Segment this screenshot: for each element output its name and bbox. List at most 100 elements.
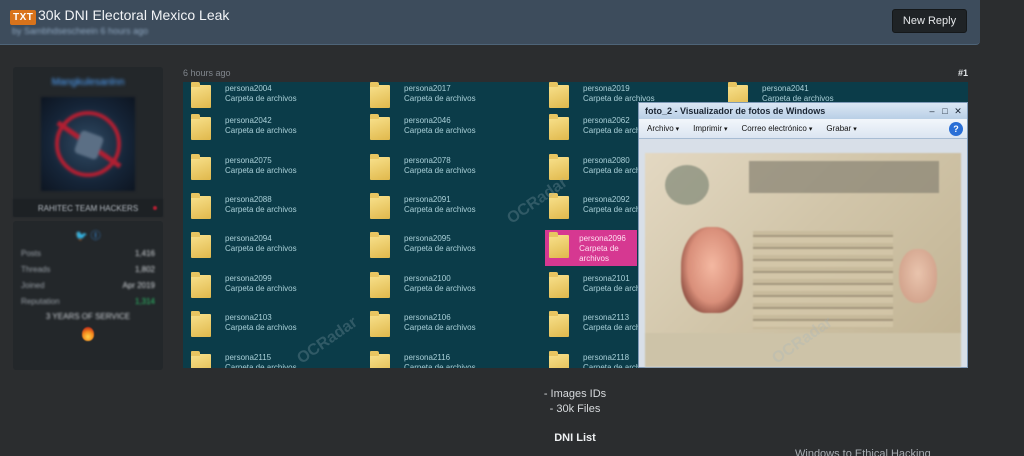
- post-number[interactable]: #1: [958, 68, 968, 78]
- post-time: 6 hours ago: [183, 68, 231, 78]
- viewer-titlebar: foto_2 - Visualizador de fotos de Window…: [639, 103, 967, 119]
- folder-type: Carpeta de archivos: [225, 126, 297, 135]
- status-dot: [153, 206, 157, 210]
- folder-icon: [370, 232, 390, 258]
- folder-text: persona2075 Carpeta de archivos: [225, 154, 297, 180]
- folder-item: persona2095 Carpeta de archivos: [370, 232, 476, 258]
- new-reply-button[interactable]: New Reply: [892, 9, 967, 33]
- thread-header: TXT 30k DNI Electoral Mexico Leak by Sam…: [0, 0, 980, 45]
- thread-title: 30k DNI Electoral Mexico Leak: [38, 7, 230, 23]
- stat-value: Apr 2019: [122, 280, 155, 290]
- folder-icon: [370, 114, 390, 140]
- usertitle: RAHITEC TEAM HACKERS: [13, 199, 163, 217]
- folder-text: persona2091 Carpeta de archivos: [404, 193, 476, 219]
- folder-item: persona2042 Carpeta de archivos: [191, 114, 297, 140]
- folder-name: persona2046: [404, 116, 451, 125]
- folder-item: persona2106 Carpeta de archivos: [370, 311, 476, 337]
- folder-icon: [549, 232, 570, 258]
- author-name[interactable]: Mangkulesanlnn: [13, 67, 163, 89]
- watermark: OCRadar: [294, 313, 361, 368]
- folder-name: persona2088: [225, 195, 272, 204]
- social-icons[interactable]: 🐦 Ⓘ: [21, 227, 155, 245]
- folder-icon: [370, 311, 390, 337]
- folder-item: persona2091 Carpeta de archivos: [370, 193, 476, 219]
- folder-type: Carpeta de archivos: [225, 363, 297, 368]
- dni-list-heading: DNI List: [554, 432, 596, 444]
- folder-item: persona2017 Carpeta de archivos: [370, 82, 476, 108]
- stat-label: Threads: [21, 264, 51, 274]
- folder-text: persona2004 Carpeta de archivos: [225, 82, 297, 108]
- viewer-title: foto_2 - Visualizador de fotos de Window…: [645, 106, 826, 116]
- folder-icon: [370, 82, 390, 108]
- folder-item: persona2115 Carpeta de archivos: [191, 351, 297, 368]
- cutoff-text: Windows to Ethical Hacking: [795, 448, 931, 456]
- folder-text: persona2094 Carpeta de archivos: [225, 232, 297, 258]
- menu-grabar: Grabar: [826, 124, 856, 133]
- minimize-icon: –: [929, 106, 935, 116]
- folder-icon: [191, 193, 211, 219]
- folder-icon: [549, 351, 569, 368]
- stat-label: Posts: [21, 248, 42, 258]
- folder-type: Carpeta de archivos: [404, 94, 476, 103]
- folder-icon: [370, 154, 390, 180]
- menu-archivo: Archivo: [647, 124, 679, 133]
- folder-name: persona2019: [583, 84, 630, 93]
- folder-type: Carpeta de archivos: [404, 166, 476, 175]
- folder-type: Carpeta de archivos: [404, 205, 476, 214]
- folder-type: Carpeta de archivos: [225, 284, 297, 293]
- folder-name: persona2103: [225, 313, 272, 322]
- caption-line: - 30k Files: [549, 403, 601, 415]
- folder-item: persona2094 Carpeta de archivos: [191, 232, 297, 258]
- menu-correo: Correo electrónico: [742, 124, 813, 133]
- stat-label: Reputation: [21, 296, 60, 306]
- usertitle-text: RAHITEC TEAM HACKERS: [37, 203, 139, 213]
- folder-item: persona2096 Carpeta de archivos: [545, 230, 637, 266]
- fire-icon: [82, 327, 94, 341]
- folder-item: persona2088 Carpeta de archivos: [191, 193, 297, 219]
- folder-type: Carpeta de archivos: [225, 166, 297, 175]
- folder-type: Carpeta de archivos: [404, 284, 476, 293]
- folder-name: persona2095: [404, 234, 451, 243]
- stat-value: 1,314: [134, 296, 155, 306]
- avatar[interactable]: [41, 97, 135, 191]
- folder-item: persona2075 Carpeta de archivos: [191, 154, 297, 180]
- folder-name: persona2094: [225, 234, 272, 243]
- folder-text: persona2116 Carpeta de archivos: [404, 351, 476, 368]
- folder-name: persona2042: [225, 116, 272, 125]
- folder-type: Carpeta de archivos: [225, 205, 297, 214]
- folder-icon: [370, 351, 390, 368]
- folder-icon: [191, 351, 211, 368]
- folder-text: persona2042 Carpeta de archivos: [225, 114, 297, 140]
- folder-type: Carpeta de archivos: [225, 323, 297, 332]
- folder-name: persona2099: [225, 274, 272, 283]
- folder-item: persona2046 Carpeta de archivos: [370, 114, 476, 140]
- stat-row-joined: Joined Apr 2019: [21, 277, 155, 293]
- folder-type: Carpeta de archivos: [579, 244, 619, 263]
- author-panel: Mangkulesanlnn RAHITEC TEAM HACKERS 🐦 Ⓘ …: [13, 67, 163, 370]
- viewer-menubar: Archivo Imprimir Correo electrónico Grab…: [639, 119, 967, 139]
- folder-icon: [191, 311, 211, 337]
- menu-imprimir: Imprimir: [693, 124, 727, 133]
- stat-label: Joined: [21, 280, 45, 290]
- folder-type: Carpeta de archivos: [404, 323, 476, 332]
- folder-icon: [370, 193, 390, 219]
- folder-text: persona2088 Carpeta de archivos: [225, 193, 297, 219]
- folder-icon: [549, 272, 569, 298]
- folder-name: persona2106: [404, 313, 451, 322]
- folder-icon: [191, 272, 211, 298]
- folder-item: persona2004 Carpeta de archivos: [191, 82, 297, 108]
- folder-text: persona2095 Carpeta de archivos: [404, 232, 476, 258]
- folder-type: Carpeta de archivos: [404, 126, 476, 135]
- post-image[interactable]: persona2004 Carpeta de archivos persona201…: [183, 82, 968, 368]
- folder-text: persona2017 Carpeta de archivos: [404, 82, 476, 108]
- folder-icon: [191, 232, 211, 258]
- stat-row-reputation: Reputation 1,314: [21, 293, 155, 309]
- folder-name: persona2075: [225, 156, 272, 165]
- id-emblem-shape: [665, 165, 709, 205]
- folder-type: Carpeta de archivos: [404, 244, 476, 253]
- folder-name: persona2091: [404, 195, 451, 204]
- stat-value: 1,416: [134, 248, 155, 258]
- folder-type: Carpeta de archivos: [404, 363, 476, 368]
- folder-text: persona2103 Carpeta de archivos: [225, 311, 297, 337]
- folder-icon: [191, 154, 211, 180]
